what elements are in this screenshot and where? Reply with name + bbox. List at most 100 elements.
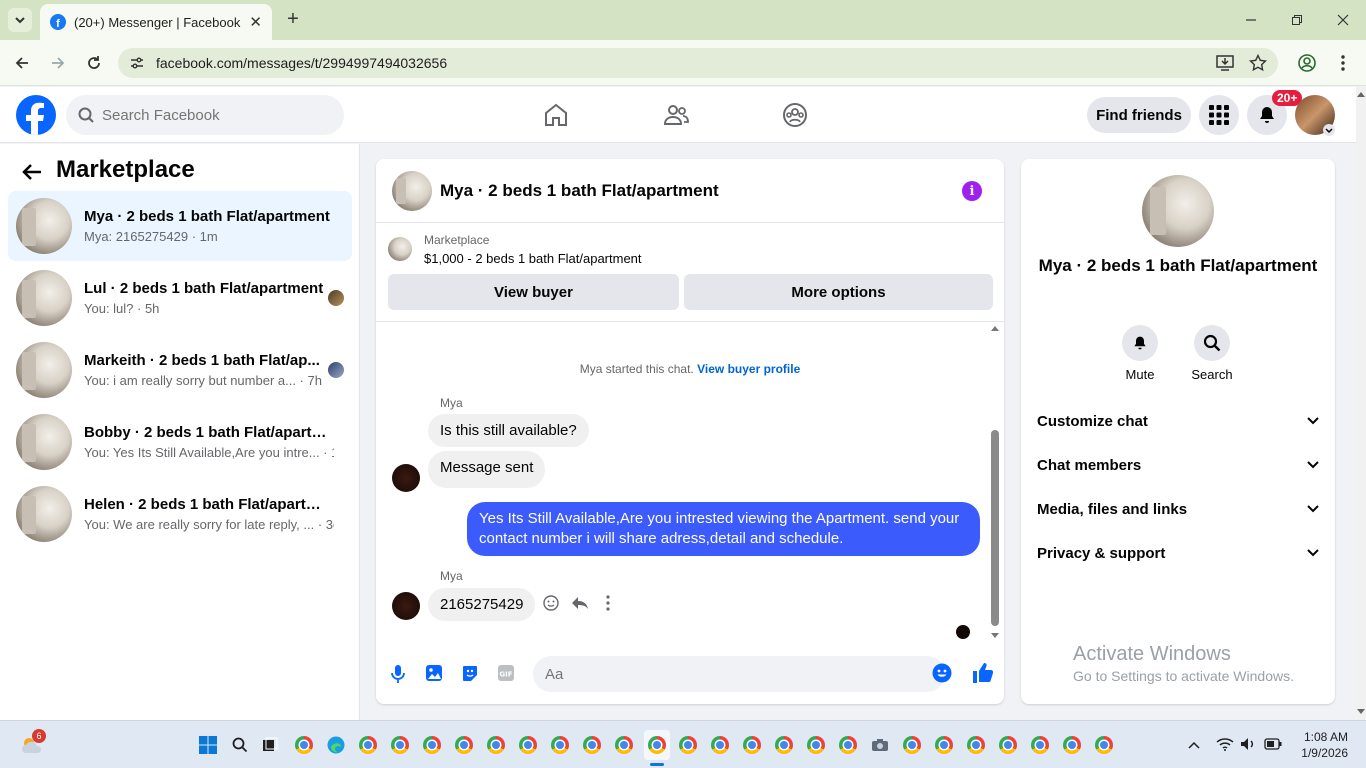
taskbar-chrome[interactable] [420, 733, 444, 757]
taskbar-chrome[interactable] [836, 733, 860, 757]
taskbar-chrome[interactable] [484, 733, 508, 757]
conversation-item[interactable]: Helen · 2 beds 1 bath Flat/apartment You… [8, 479, 352, 549]
taskbar-chrome[interactable] [772, 733, 796, 757]
photo-gallery-icon[interactable] [425, 664, 443, 682]
taskbar-chrome[interactable] [516, 733, 540, 757]
taskbar-chrome[interactable] [1060, 733, 1084, 757]
conversation-thumbnail[interactable] [1142, 175, 1214, 247]
taskbar-edge[interactable] [324, 733, 348, 757]
home-nav-button[interactable] [536, 95, 576, 135]
more-options-button[interactable]: More options [684, 274, 993, 310]
taskbar-chrome[interactable] [356, 733, 380, 757]
forward-button[interactable] [45, 50, 71, 76]
scroll-down-icon[interactable] [990, 632, 1000, 640]
media-files-links-section[interactable]: Media, files and links [1037, 487, 1319, 531]
conversation-item[interactable]: Bobby · 2 beds 1 bath Flat/apartm... You… [8, 407, 352, 477]
address-bar[interactable]: facebook.com/messages/t/2994997494032656 [118, 48, 1278, 78]
incoming-message[interactable]: 2165275429 [428, 588, 536, 621]
volume-icon[interactable] [1240, 737, 1256, 751]
menu-button[interactable] [1199, 95, 1239, 135]
like-thumb-icon[interactable] [972, 662, 994, 684]
taskbar-chrome[interactable] [580, 733, 604, 757]
bookmark-star-icon[interactable] [1249, 54, 1267, 72]
back-button[interactable] [9, 50, 35, 76]
browser-menu-button[interactable] [1330, 50, 1356, 76]
show-hidden-icons-chevron-icon[interactable] [1188, 741, 1200, 749]
url-text[interactable]: facebook.com/messages/t/2994997494032656 [156, 55, 447, 71]
facebook-search-box[interactable] [66, 95, 344, 135]
reply-icon[interactable] [571, 595, 589, 611]
conversation-item[interactable]: Lul · 2 beds 1 bath Flat/apartment You: … [8, 263, 352, 333]
scroll-down-icon[interactable] [1357, 709, 1365, 715]
taskbar-chrome[interactable] [676, 733, 700, 757]
taskbar-chrome[interactable] [804, 733, 828, 757]
taskbar-chrome[interactable] [1092, 733, 1116, 757]
incoming-message[interactable]: Message sent [428, 451, 546, 488]
taskbar-chrome[interactable] [548, 733, 572, 757]
task-view-button[interactable] [258, 733, 282, 757]
taskbar-chrome[interactable] [292, 733, 316, 757]
system-clock[interactable]: 1:08 AM 1/9/2026 [1292, 729, 1348, 761]
taskbar-chrome[interactable] [996, 733, 1020, 757]
taskbar-chrome[interactable] [964, 733, 988, 757]
taskbar-chrome[interactable] [612, 733, 636, 757]
taskbar-chrome[interactable] [388, 733, 412, 757]
customize-chat-section[interactable]: Customize chat [1037, 399, 1319, 443]
conversation-item[interactable]: Markeith · 2 beds 1 bath Flat/ap... You:… [8, 335, 352, 405]
view-buyer-profile-link[interactable]: View buyer profile [697, 362, 800, 376]
sender-avatar[interactable] [392, 592, 420, 620]
facebook-logo-icon[interactable] [16, 95, 56, 135]
install-app-icon[interactable] [1216, 55, 1234, 71]
chat-title[interactable]: Mya · 2 beds 1 bath Flat/apartment [440, 181, 719, 201]
start-button[interactable] [196, 733, 220, 757]
new-tab-button[interactable]: + [282, 8, 304, 30]
profile-button[interactable] [1294, 50, 1320, 76]
battery-icon[interactable] [1264, 738, 1282, 750]
more-actions-icon[interactable] [606, 595, 610, 611]
browser-tab-messenger[interactable]: f (20+) Messenger | Facebook ✕ [40, 4, 272, 40]
taskbar-chrome[interactable] [452, 733, 476, 757]
chat-scrollbar[interactable] [990, 322, 1000, 640]
taskbar-chrome[interactable] [932, 733, 956, 757]
taskbar-camera[interactable] [868, 733, 892, 757]
scroll-up-icon[interactable] [1357, 91, 1365, 97]
taskbar-chrome[interactable] [708, 733, 732, 757]
react-emoji-icon[interactable] [543, 595, 559, 611]
groups-nav-button[interactable] [775, 95, 815, 135]
close-window-button[interactable] [1328, 8, 1358, 32]
conversation-item[interactable]: Mya · 2 beds 1 bath Flat/apartment Mya: … [8, 191, 352, 261]
close-tab-icon[interactable]: ✕ [249, 13, 262, 31]
gif-icon[interactable]: GIF [497, 664, 515, 682]
taskbar-chrome-active[interactable] [644, 730, 670, 760]
taskbar-search-button[interactable] [228, 733, 252, 757]
facebook-search-input[interactable] [102, 106, 302, 124]
wifi-icon[interactable] [1216, 737, 1234, 751]
info-icon[interactable]: i [962, 181, 982, 201]
taskbar-chrome[interactable] [740, 733, 764, 757]
taskbar-chrome[interactable] [1028, 733, 1052, 757]
page-scrollbar[interactable] [1356, 87, 1366, 720]
find-friends-button[interactable]: Find friends [1087, 97, 1191, 133]
message-input[interactable] [533, 656, 945, 692]
search-action[interactable]: Search [1182, 325, 1242, 382]
chat-members-section[interactable]: Chat members [1037, 443, 1319, 487]
incoming-message[interactable]: Is this still available? [428, 414, 589, 447]
site-settings-icon[interactable] [130, 56, 144, 70]
outgoing-message[interactable]: Yes Its Still Available,Are you intreste… [467, 502, 980, 556]
scroll-up-icon[interactable] [990, 324, 1000, 332]
friends-nav-button[interactable] [656, 95, 696, 135]
account-chevron-icon[interactable] [1323, 124, 1335, 136]
restore-button[interactable] [1282, 8, 1312, 32]
chat-listing-thumbnail[interactable] [392, 170, 432, 211]
back-arrow-icon[interactable] [20, 160, 44, 184]
taskbar-chrome[interactable] [900, 733, 924, 757]
privacy-support-section[interactable]: Privacy & support [1037, 531, 1319, 575]
sender-avatar[interactable] [392, 464, 420, 492]
view-buyer-button[interactable]: View buyer [388, 274, 679, 310]
scrollbar-thumb[interactable] [991, 430, 999, 626]
sticker-icon[interactable] [461, 664, 479, 682]
reload-button[interactable] [81, 50, 107, 76]
emoji-icon[interactable] [932, 663, 952, 683]
microphone-icon[interactable] [390, 664, 406, 684]
minimize-button[interactable] [1236, 8, 1266, 32]
